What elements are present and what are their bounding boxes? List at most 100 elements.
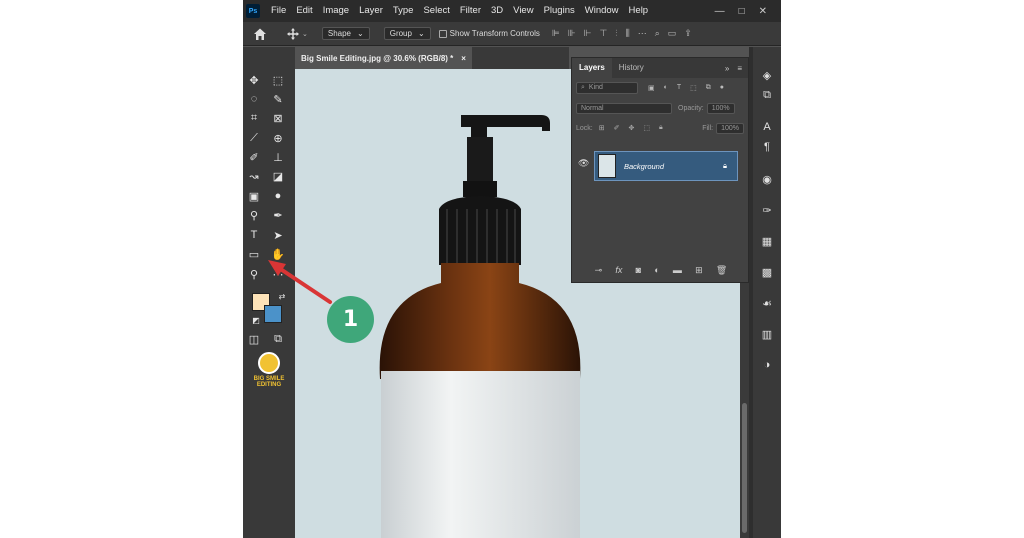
more-icon[interactable]: ⋯ <box>638 28 647 39</box>
marquee-tool-icon[interactable]: ⬚ <box>271 73 285 87</box>
layer-row-background[interactable]: Background 🔒︎ <box>594 151 738 181</box>
checkbox-box[interactable] <box>438 29 447 38</box>
patterns-icon[interactable]: ▩ <box>759 264 775 280</box>
menu-view[interactable]: View <box>508 0 538 22</box>
collapse-icon[interactable]: » <box>725 64 729 73</box>
path-select-tool-icon[interactable]: ➤ <box>271 228 285 242</box>
menu-file[interactable]: File <box>266 0 291 22</box>
lock-position-icon[interactable]: ✥ <box>628 124 634 132</box>
type-tool-icon[interactable]: T <box>247 228 261 242</box>
move-tool-icon[interactable] <box>287 27 299 40</box>
stamp-tool-icon[interactable]: ⊥ <box>271 150 285 164</box>
align-center-icon[interactable]: ⊪ <box>568 28 576 39</box>
background-color-swatch[interactable] <box>264 305 282 323</box>
hand-tool-icon[interactable]: ✋ <box>271 247 285 261</box>
gradient-tool-icon[interactable]: ▣ <box>247 189 261 203</box>
menu-image[interactable]: Image <box>318 0 354 22</box>
close-tab-icon[interactable]: × <box>461 54 466 63</box>
group-dropdown[interactable]: Group ⌄ <box>383 27 431 40</box>
menu-plugins[interactable]: Plugins <box>539 0 580 22</box>
default-colors-icon[interactable]: ◩ <box>249 313 263 327</box>
styles-icon[interactable]: ☙ <box>759 295 775 311</box>
menu-layer[interactable]: Layer <box>354 0 388 22</box>
swap-colors-icon[interactable]: ⇄ <box>275 289 289 303</box>
lasso-tool-icon[interactable]: ◌ <box>247 92 261 106</box>
align-right-icon[interactable]: ⊩ <box>584 28 592 39</box>
shape-mode-dropdown[interactable]: Shape ⌄ <box>321 27 370 40</box>
tab-layers[interactable]: Layers <box>572 58 612 78</box>
filter-kind-dropdown[interactable]: ⌕ Kind <box>576 82 638 94</box>
lock-pixels-icon[interactable]: ✐ <box>614 124 620 132</box>
more-tools-icon[interactable]: ⋯ <box>271 267 285 281</box>
menu-edit[interactable]: Edit <box>291 0 317 22</box>
opacity-field[interactable]: 100% <box>706 102 735 114</box>
zoom-tool-icon[interactable]: ⚲ <box>247 267 261 281</box>
scrollbar-thumb[interactable] <box>742 403 747 533</box>
eyedropper-tool-icon[interactable]: ⟋ <box>247 131 261 145</box>
lock-all-icon[interactable]: 🔒︎ <box>659 124 663 132</box>
healing-tool-icon[interactable]: ⊕ <box>271 131 285 145</box>
adjustment-layer-icon[interactable]: ◐ <box>654 265 659 276</box>
rectangle-tool-icon[interactable]: ▭ <box>247 247 261 261</box>
add-mask-icon[interactable]: ◙ <box>636 265 641 276</box>
screen-mode-icon[interactable]: ⧉ <box>271 332 285 346</box>
pen-tool-icon[interactable]: ✒ <box>271 208 285 222</box>
crop-tool-icon[interactable]: ⌗ <box>247 111 261 125</box>
workspace-icon[interactable]: ▭ <box>668 28 677 39</box>
paths-icon[interactable]: ✑ <box>759 202 775 218</box>
menu-3d[interactable]: 3D <box>486 0 508 22</box>
vertical-scrollbar[interactable] <box>740 283 749 538</box>
lock-icon[interactable]: 🔒︎ <box>723 161 727 171</box>
channels-icon[interactable]: ⧉ <box>759 87 775 103</box>
shape-filter-icon[interactable]: ⬚ <box>690 84 697 92</box>
swatches-icon[interactable]: ▦ <box>759 233 775 249</box>
quick-mask-icon[interactable]: ◫ <box>247 332 261 346</box>
adjust-filter-icon[interactable]: ◐ <box>664 84 668 92</box>
paragraph-icon[interactable]: ¶ <box>759 139 775 155</box>
menu-select[interactable]: Select <box>418 0 454 22</box>
document-tab[interactable]: Big Smile Editing.jpg @ 30.6% (RGB/8) * … <box>295 47 472 69</box>
eye-icon[interactable]: 👁︎ <box>578 158 589 169</box>
new-group-icon[interactable]: ▬ <box>673 265 682 276</box>
chevron-down-icon[interactable]: ⌄ <box>302 30 308 38</box>
panel-menu-icon[interactable]: ≡ <box>737 64 742 73</box>
menu-window[interactable]: Window <box>580 0 624 22</box>
blur-tool-icon[interactable]: ● <box>271 189 285 203</box>
filter-toggle-icon[interactable]: ● <box>720 84 724 92</box>
color-icon[interactable]: ◉ <box>759 171 775 187</box>
link-layers-icon[interactable]: ⊸ <box>595 265 603 276</box>
character-icon[interactable]: A <box>759 119 775 135</box>
move-tool-icon[interactable]: ✥ <box>247 73 261 87</box>
frame-tool-icon[interactable]: ⊠ <box>271 111 285 125</box>
close-button[interactable]: ✕ <box>759 6 767 17</box>
blend-mode-dropdown[interactable]: Normal <box>576 102 672 114</box>
show-transform-controls-checkbox[interactable]: Show Transform Controls <box>438 29 540 38</box>
distribute-v-icon[interactable]: ⫼ <box>626 28 630 39</box>
fill-field[interactable]: 100% <box>716 122 744 134</box>
search-icon[interactable]: ⌕ <box>655 28 660 39</box>
share-icon[interactable]: ⇪ <box>684 28 692 39</box>
adjustments-icon[interactable]: ◑ <box>759 357 775 373</box>
type-filter-icon[interactable]: T <box>677 84 681 92</box>
menu-help[interactable]: Help <box>624 0 654 22</box>
lock-transparency-icon[interactable]: ⊞ <box>599 124 605 132</box>
history-brush-icon[interactable]: ↝ <box>247 169 261 183</box>
menu-filter[interactable]: Filter <box>455 0 486 22</box>
lock-artboard-icon[interactable]: ⬚ <box>643 124 650 132</box>
menu-type[interactable]: Type <box>388 0 419 22</box>
delete-layer-icon[interactable]: 🗑︎ <box>716 265 727 276</box>
minimize-button[interactable]: — <box>715 6 725 17</box>
align-left-icon[interactable]: ⊫ <box>552 28 560 39</box>
tab-history[interactable]: History <box>612 58 651 78</box>
distribute-icon[interactable]: ⫶ <box>615 28 617 39</box>
fx-icon[interactable]: fx <box>615 265 622 276</box>
layer-name[interactable]: Background <box>624 162 664 171</box>
smart-filter-icon[interactable]: ⧉ <box>706 84 711 92</box>
home-icon[interactable] <box>253 27 267 41</box>
quick-select-tool-icon[interactable]: ✎ <box>271 92 285 106</box>
pixel-filter-icon[interactable]: ▣ <box>648 84 655 92</box>
brush-tool-icon[interactable]: ✐ <box>247 150 261 164</box>
maximize-button[interactable]: □ <box>739 6 745 17</box>
eraser-tool-icon[interactable]: ◪ <box>271 169 285 183</box>
gradients-icon[interactable]: ▥ <box>759 326 775 342</box>
